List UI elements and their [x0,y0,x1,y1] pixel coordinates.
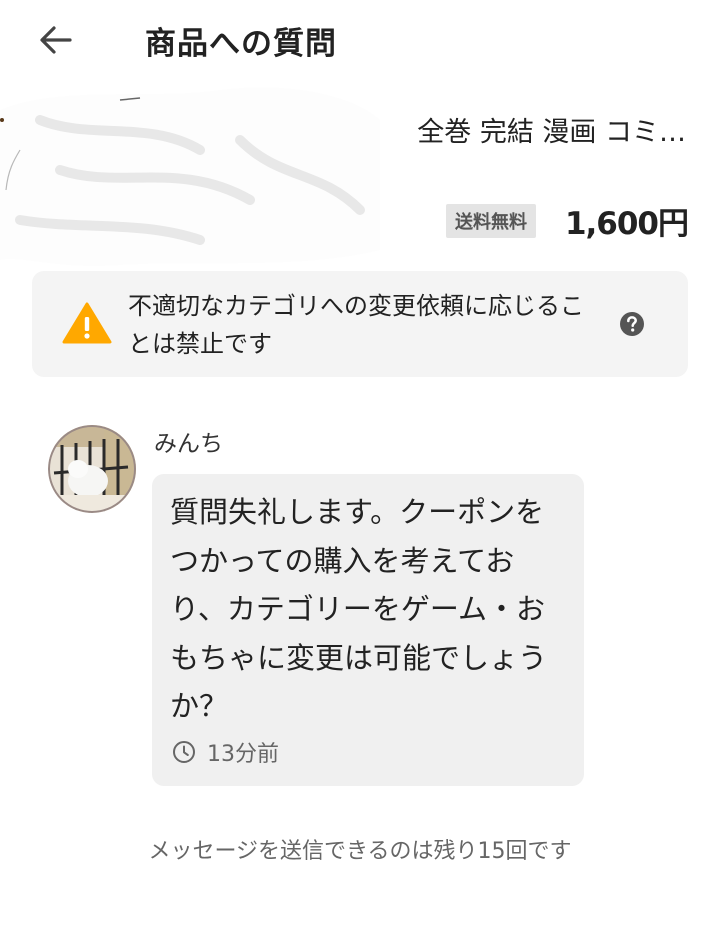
message-bubble: 質問失礼します。クーポンをつかっての購入を考えており、カテゴリーをゲーム・おもち… [152,474,584,786]
shipping-badge: 送料無料 [446,204,536,238]
notice-text: 不適切なカテゴリへの変更依頼に応じることは禁止です [128,292,584,358]
time-text: 13分前 [207,742,279,767]
avatar-image [48,425,136,513]
product-price: 1,600円 [564,206,689,242]
message-text: 質問失礼します。クーポンをつかっての購入を考えており、カテゴリーをゲーム・おもち… [170,495,548,723]
help-icon[interactable] [619,311,645,337]
category-warning-notice: 不適切なカテゴリへの変更依頼に応じることは禁止です [32,271,688,377]
product-summary[interactable]: 全巻 完結 漫画 コミ… 送料無料 1,600円 [0,80,720,267]
product-thumbnail[interactable] [0,80,380,270]
arrow-left-icon [40,26,72,54]
avatar[interactable] [48,425,136,513]
clock-icon [173,741,195,763]
username[interactable]: みんち [154,424,223,458]
product-name: 全巻 完結 漫画 コミ… [417,117,686,148]
remaining-messages-text: メッセージを送信できるのは残り15回です [148,839,572,864]
header: 商品への質問 [0,0,720,80]
back-button[interactable] [36,20,76,60]
warning-icon [62,302,112,344]
page-title: 商品への質問 [145,26,337,62]
message-timestamp: 13分前 [172,737,279,767]
